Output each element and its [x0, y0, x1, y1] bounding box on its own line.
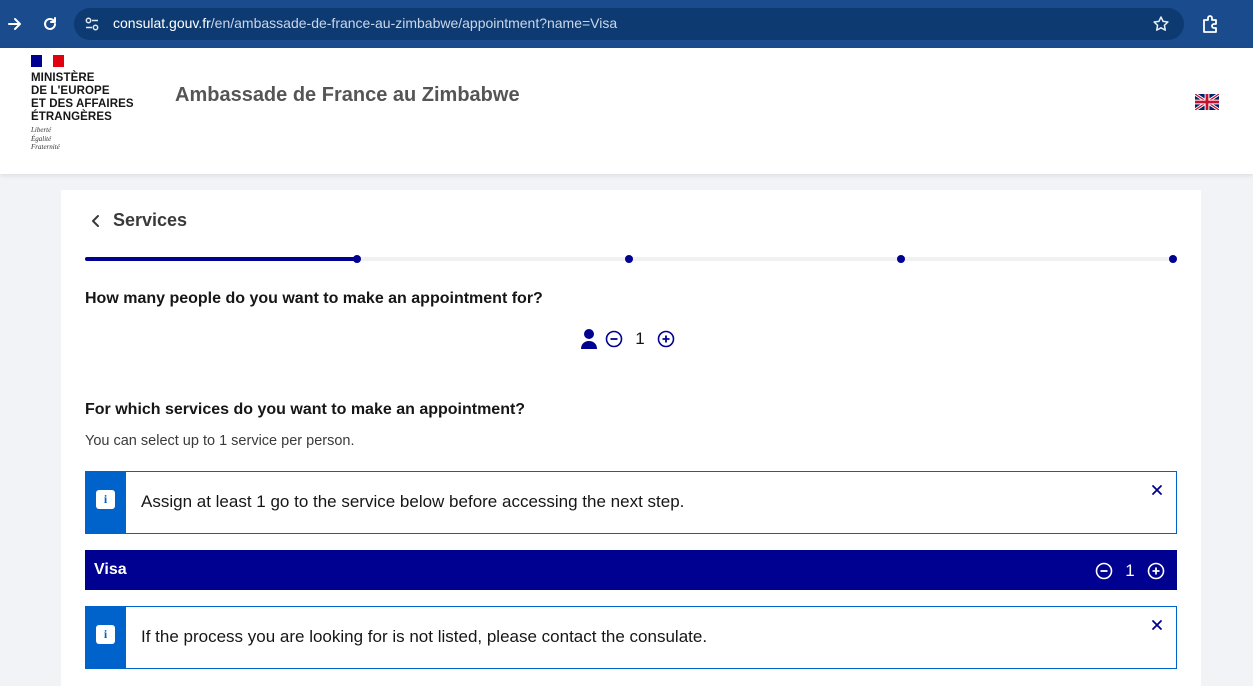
alert-side: i: [86, 607, 126, 668]
republic-logo-flag: [31, 55, 64, 67]
service-counter: 1: [1095, 561, 1165, 581]
url-text: consulat.gouv.fr/en/ambassade-de-france-…: [113, 15, 617, 31]
progress-fill: [85, 257, 357, 261]
info-icon: i: [96, 490, 115, 509]
service-row-visa: Visa 1: [85, 550, 1177, 590]
person-icon: [581, 329, 597, 349]
decrease-service-button[interactable]: [1095, 562, 1113, 580]
ministry-line: ET DES AFFAIRES: [31, 98, 134, 110]
appointment-card: Services How many people do you want to …: [61, 190, 1201, 686]
republic-motto: Liberté Égalité Fraternité: [31, 126, 60, 152]
plus-circle-icon: [1147, 562, 1165, 580]
progress-stepper: [85, 255, 1177, 263]
step-dot-1: [353, 255, 361, 263]
assign-alert: i Assign at least 1 go to the service be…: [85, 471, 1177, 534]
motto-line: Liberté: [31, 126, 52, 134]
ministry-name: MINISTÈRE DE L'EUROPE ET DES AFFAIRES ÉT…: [31, 72, 134, 124]
uk-flag-icon[interactable]: [1194, 92, 1220, 112]
alert-side: i: [86, 472, 126, 533]
extensions-icon[interactable]: [1200, 13, 1222, 35]
step-dot-4: [1169, 255, 1177, 263]
ministry-line: MINISTÈRE: [31, 72, 95, 84]
motto-line: Fraternité: [31, 143, 60, 151]
back-to-services-link[interactable]: Services: [89, 210, 187, 231]
people-question: How many people do you want to make an a…: [85, 290, 543, 307]
site-header: MINISTÈRE DE L'EUROPE ET DES AFFAIRES ÉT…: [0, 48, 1253, 174]
services-question: For which services do you want to make a…: [85, 401, 526, 418]
reload-icon[interactable]: [38, 12, 62, 36]
minus-circle-icon: [1095, 562, 1113, 580]
not-listed-alert: i If the process you are looking for is …: [85, 606, 1177, 669]
people-count: 1: [635, 329, 645, 348]
alert-text: Assign at least 1 go to the service belo…: [141, 492, 685, 511]
increase-people-button[interactable]: [657, 330, 675, 348]
motto-line: Égalité: [31, 134, 52, 143]
plus-circle-icon: [657, 330, 675, 348]
info-icon: i: [96, 625, 115, 644]
bookmark-star-icon[interactable]: [1152, 15, 1170, 33]
service-label: Visa: [94, 561, 127, 578]
url-path: /en/ambassade-de-france-au-zimbabwe/appo…: [210, 15, 618, 31]
minus-circle-icon: [605, 330, 623, 348]
browser-toolbar: consulat.gouv.fr/en/ambassade-de-france-…: [0, 0, 1253, 48]
step-dot-2: [625, 255, 633, 263]
address-bar[interactable]: consulat.gouv.fr/en/ambassade-de-france-…: [74, 8, 1184, 40]
ministry-line: ÉTRANGÈRES: [31, 111, 112, 123]
site-title[interactable]: Ambassade de France au Zimbabwe: [175, 84, 520, 107]
url-host: consulat.gouv.fr: [113, 15, 211, 31]
site-settings-icon[interactable]: [84, 16, 100, 32]
ministry-line: DE L'EUROPE: [31, 85, 110, 97]
forward-icon[interactable]: [3, 12, 27, 36]
service-count: 1: [1125, 561, 1135, 580]
chevron-left-icon: [92, 214, 99, 227]
decrease-people-button[interactable]: [605, 330, 623, 348]
back-label: Services: [113, 210, 188, 230]
increase-service-button[interactable]: [1147, 562, 1165, 580]
close-icon[interactable]: [1150, 483, 1164, 497]
close-icon[interactable]: [1150, 618, 1164, 632]
step-dot-3: [897, 255, 905, 263]
services-hint: You can select up to 1 service per perso…: [85, 433, 355, 449]
people-counter: 1: [580, 328, 675, 350]
alert-text: If the process you are looking for is no…: [141, 627, 708, 646]
